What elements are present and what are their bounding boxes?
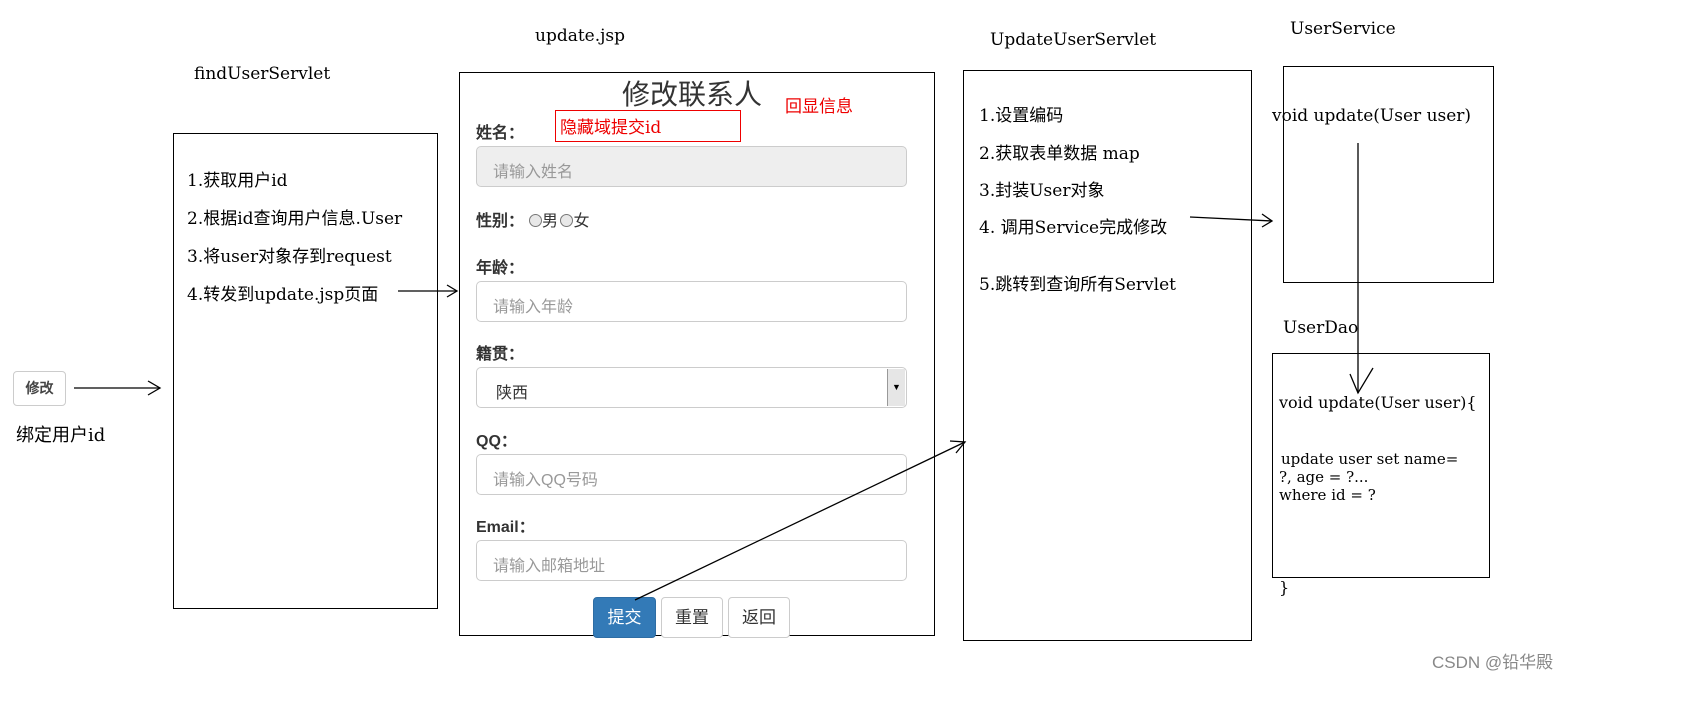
native-label: 籍贯： <box>476 346 525 363</box>
native-select[interactable]: 陕西 ▼ <box>476 367 907 408</box>
find-step-1: 1.获取用户id <box>187 171 288 191</box>
gender-options: 男 女 <box>529 207 589 231</box>
user-service-title: UserService <box>1290 19 1396 39</box>
csdn-watermark: CSDN @铅华殿 <box>1432 653 1554 672</box>
user-dao-sql-2: ?, age = ?... <box>1279 468 1369 486</box>
find-servlet-box: 1.获取用户id 2.根据id查询用户信息.User 3.将user对象存到re… <box>173 133 438 609</box>
gender-female-label: 女 <box>573 213 590 230</box>
name-input[interactable]: 请输入姓名 <box>476 146 907 187</box>
native-selected-value: 陕西 <box>496 385 529 402</box>
update-step-4: 4. 调用Service完成修改 <box>979 218 1168 238</box>
update-step-1: 1.设置编码 <box>979 106 1064 126</box>
gender-label: 性别： <box>476 213 525 230</box>
arrowhead-trigger-to-find <box>147 380 162 396</box>
user-dao-closing-brace: } <box>1279 578 1290 597</box>
user-dao-sql-3: where id = ? <box>1279 486 1376 504</box>
gender-male-radio[interactable] <box>529 214 542 227</box>
email-input[interactable]: 请输入邮箱地址 <box>476 540 907 581</box>
update-step-3: 3.封装User对象 <box>979 181 1105 201</box>
age-input[interactable]: 请输入年龄 <box>476 281 907 322</box>
gender-male-label: 男 <box>542 213 559 230</box>
qq-input[interactable]: 请输入QQ号码 <box>476 454 907 495</box>
find-step-2: 2.根据id查询用户信息.User <box>187 209 403 229</box>
user-dao-title: UserDao <box>1283 318 1359 338</box>
edit-button[interactable]: 修改 <box>13 371 66 406</box>
update-step-2: 2.获取表单数据 map <box>979 144 1140 164</box>
update-servlet-title: UpdateUserServlet <box>990 30 1157 50</box>
user-dao-sql-1: update user set name= <box>1281 450 1459 468</box>
form-title: 修改联系人 <box>622 79 763 110</box>
arrowhead-find-to-jsp <box>446 284 459 298</box>
update-jsp-form-box: 修改联系人 回显信息 隐藏域提交id 姓名： 请输入姓名 性别： 男 女 年龄：… <box>459 72 935 638</box>
user-dao-method: void update(User user){ <box>1279 393 1477 412</box>
name-label: 姓名： <box>476 125 525 142</box>
hidden-field-note: 隐藏域提交id <box>555 110 741 142</box>
email-label: Email： <box>476 519 535 536</box>
update-jsp-title: update.jsp <box>535 26 626 46</box>
user-service-box <box>1283 66 1494 283</box>
submit-button[interactable]: 提交 <box>593 597 656 638</box>
qq-label: QQ： <box>476 433 517 450</box>
find-step-3: 3.将user对象存到request <box>187 247 392 267</box>
age-label: 年龄： <box>476 260 525 277</box>
find-servlet-title: findUserServlet <box>194 64 331 84</box>
echo-note: 回显信息 <box>785 97 853 116</box>
gender-female-radio[interactable] <box>560 214 574 227</box>
back-button[interactable]: 返回 <box>728 597 790 638</box>
bind-user-id-caption: 绑定用户id <box>16 425 106 446</box>
update-servlet-box: 1.设置编码 2.获取表单数据 map 3.封装User对象 4. 调用Serv… <box>963 70 1252 641</box>
find-step-4: 4.转发到update.jsp页面 <box>187 285 379 305</box>
dropdown-arrow-icon[interactable]: ▼ <box>887 369 905 406</box>
reset-button[interactable]: 重置 <box>661 597 723 638</box>
update-step-5: 5.跳转到查询所有Servlet <box>979 275 1176 295</box>
arrowhead-update-to-service <box>1261 213 1274 228</box>
user-service-method: void update(User user) <box>1272 106 1472 126</box>
